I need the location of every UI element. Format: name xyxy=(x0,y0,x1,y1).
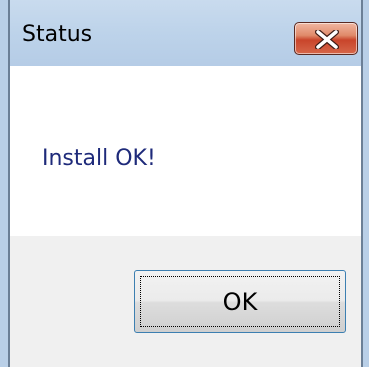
status-dialog: Status Install OK! OK xyxy=(0,0,369,367)
close-button[interactable] xyxy=(294,22,358,55)
window-frame-left xyxy=(0,0,10,367)
ok-button-label: OK xyxy=(222,287,258,316)
window-title: Status xyxy=(22,22,93,47)
message-area: Install OK! xyxy=(10,66,361,236)
button-area: OK xyxy=(10,236,361,367)
title-bar[interactable]: Status xyxy=(0,0,369,66)
close-x-icon xyxy=(315,30,339,49)
status-message: Install OK! xyxy=(42,146,156,171)
ok-button[interactable]: OK xyxy=(134,270,346,333)
window-frame-right xyxy=(361,0,369,367)
